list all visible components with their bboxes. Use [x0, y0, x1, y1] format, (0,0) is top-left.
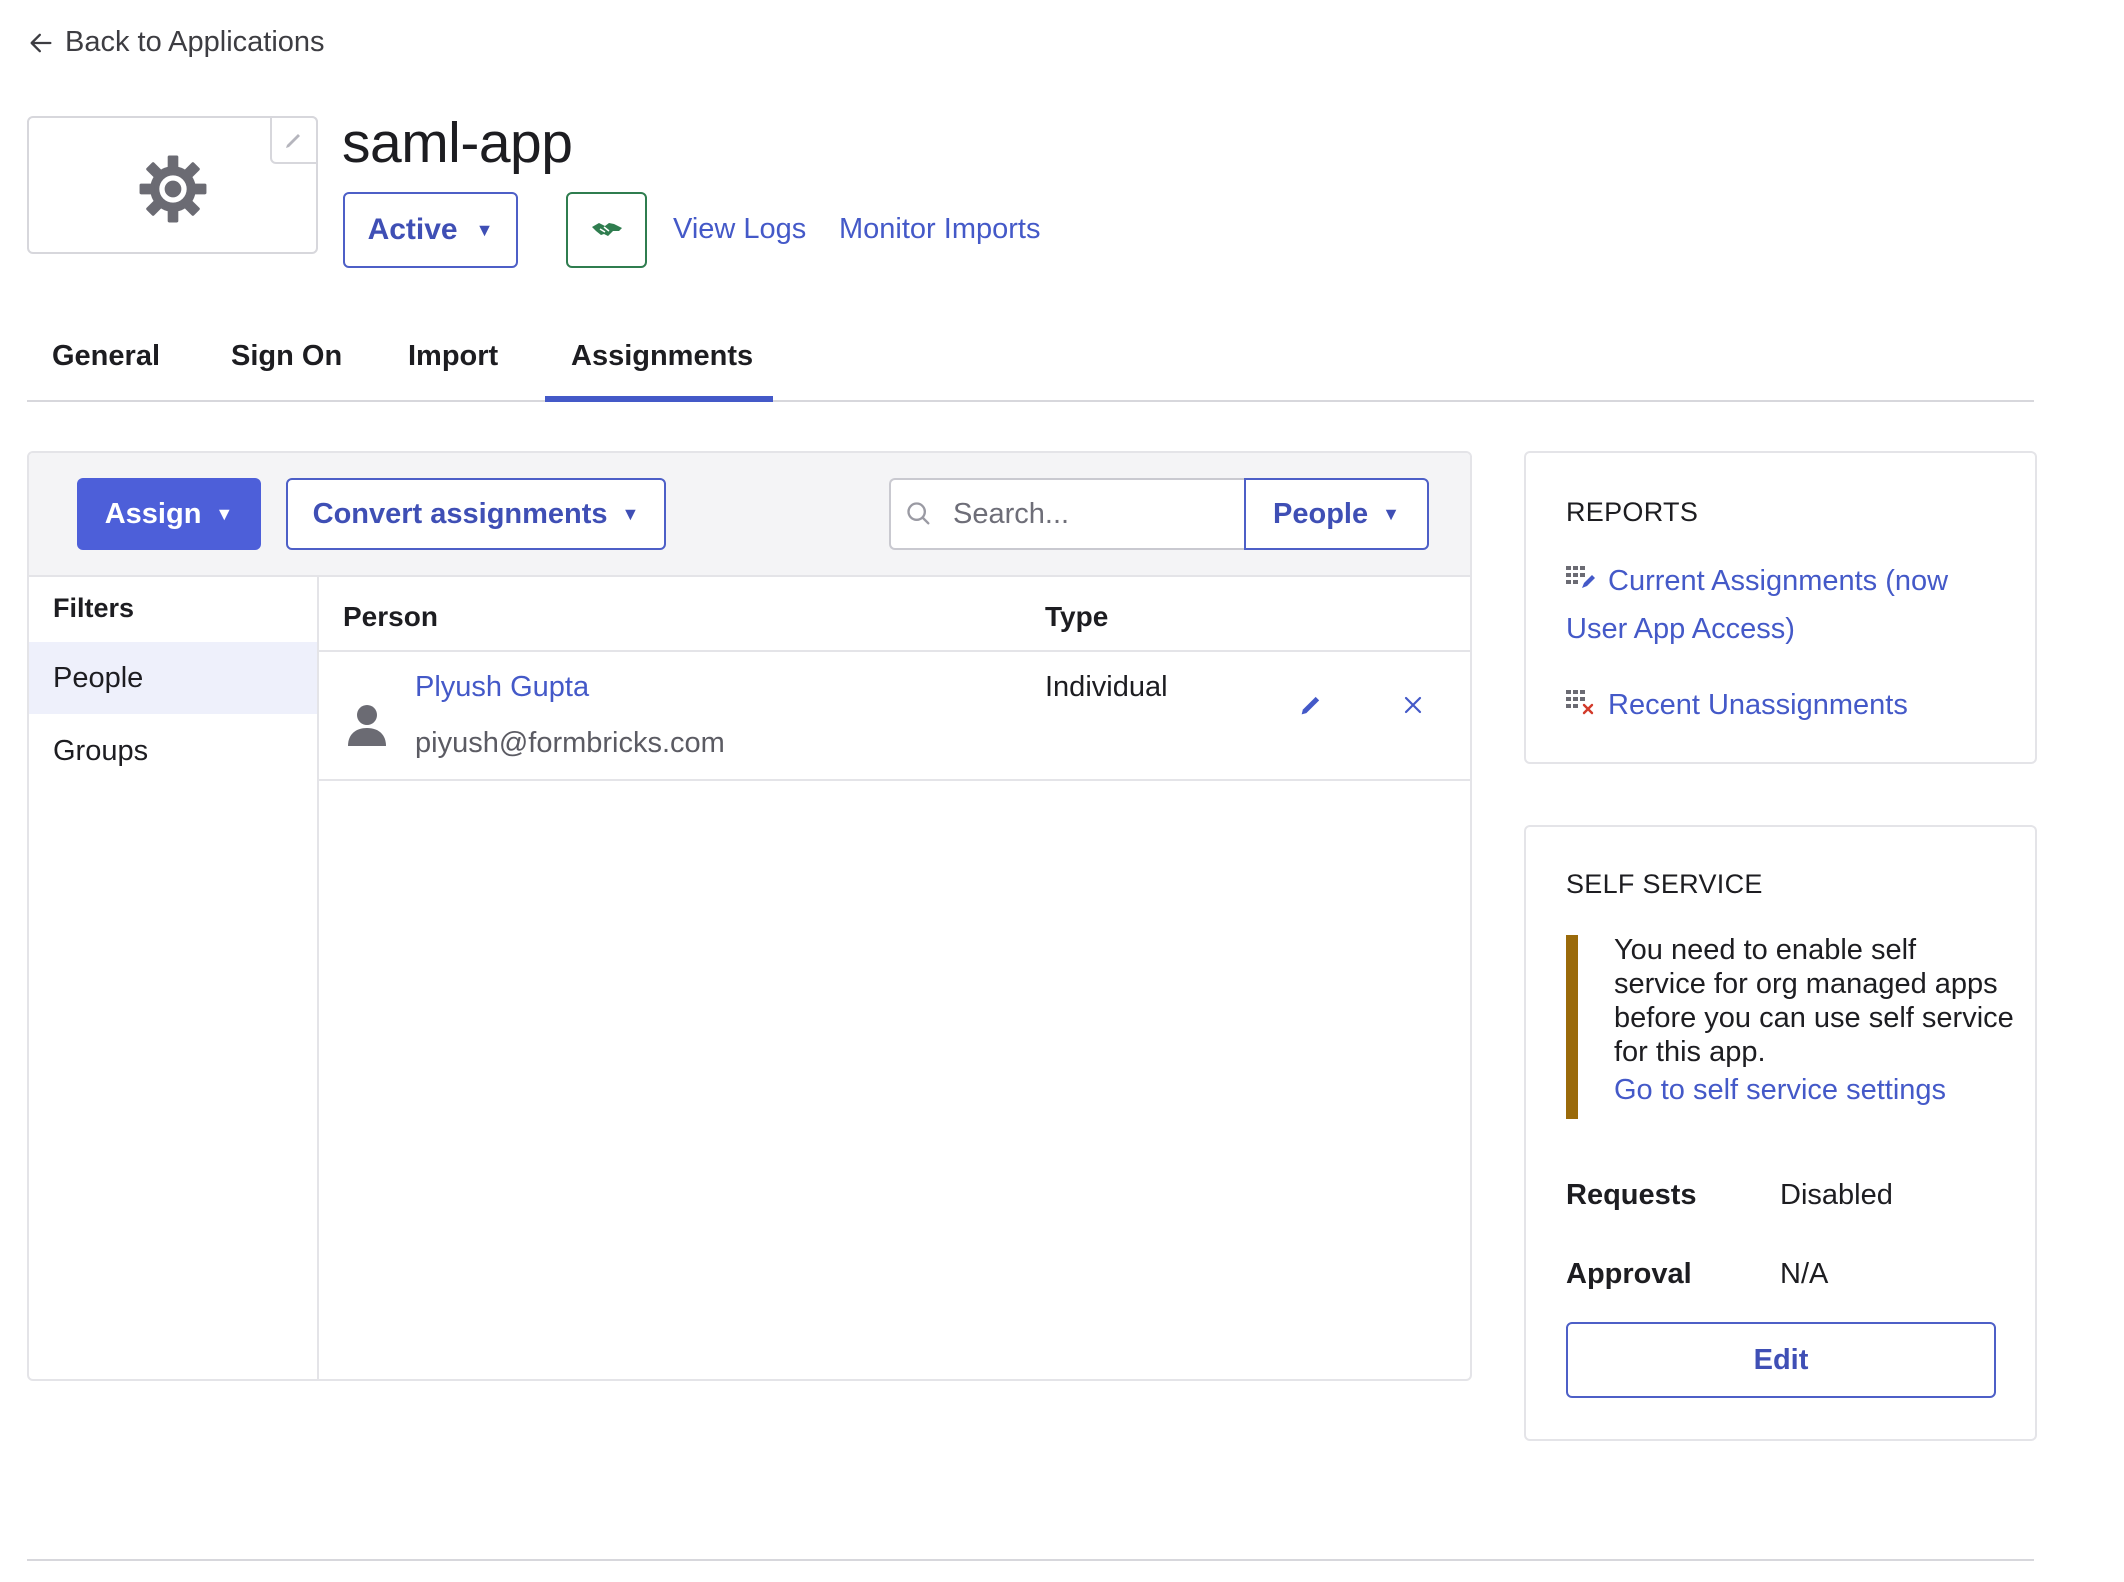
row-divider [319, 779, 1470, 781]
column-header-type: Type [1045, 601, 1109, 632]
caret-down-icon: ▼ [475, 219, 494, 240]
requests-value: Disabled [1780, 1179, 1893, 1211]
tab-sign-on[interactable]: Sign On [231, 340, 342, 373]
filter-item-label: Groups [53, 734, 149, 767]
provisioning-button[interactable] [566, 192, 647, 268]
assign-label: Assign [104, 497, 202, 530]
filters-sidebar: Filters People Groups [29, 577, 319, 1379]
page-title: saml-app [342, 111, 573, 175]
app-logo [27, 116, 318, 254]
view-logs-link[interactable]: View Logs [673, 213, 806, 246]
handshake-icon [591, 223, 622, 236]
user-avatar-icon [348, 705, 386, 746]
convert-assignments-label: Convert assignments [312, 497, 608, 530]
arrow-left-icon [30, 33, 52, 52]
edit-label: Edit [1753, 1343, 1809, 1376]
person-name-link[interactable]: Plyush Gupta [415, 671, 589, 704]
filter-item-groups[interactable]: Groups [29, 715, 317, 787]
approval-label: Approval [1566, 1258, 1692, 1290]
search-icon [907, 502, 930, 525]
edit-assignment-icon[interactable] [1297, 691, 1325, 719]
remove-assignment-icon[interactable] [1401, 693, 1425, 717]
report-link-label-continued: User App Access) [1566, 613, 1795, 645]
filters-title: Filters [53, 593, 135, 623]
self-service-title: SELF SERVICE [1566, 869, 1763, 899]
search-filter-dropdown[interactable]: People ▼ [1244, 478, 1429, 550]
self-service-settings-link[interactable]: Go to self service settings [1614, 1074, 1946, 1107]
column-header-person: Person [343, 601, 438, 632]
warning-bar [1566, 935, 1578, 1119]
filter-item-label: People [53, 661, 144, 694]
pencil-icon [286, 134, 300, 148]
monitor-imports-link[interactable]: Monitor Imports [839, 213, 1040, 246]
assignments-panel: Assign ▼ Convert assignments ▼ People ▼ … [27, 451, 1472, 1381]
edit-logo-button[interactable] [270, 116, 318, 164]
caret-down-icon: ▼ [215, 503, 234, 524]
current-assignments-report-link[interactable]: Current Assignments (now User App Access… [1566, 557, 1948, 653]
gear-icon [139, 155, 207, 223]
back-to-applications-link[interactable]: Back to Applications [27, 26, 325, 59]
unassignments-report-icon [1566, 690, 1594, 715]
assignments-toolbar: Assign ▼ Convert assignments ▼ People ▼ [29, 453, 1470, 577]
edit-self-service-button[interactable]: Edit [1566, 1322, 1996, 1398]
filter-item-people[interactable]: People [29, 642, 317, 714]
assignments-report-icon [1566, 566, 1595, 588]
requests-label: Requests [1566, 1179, 1697, 1211]
search-filter-label: People [1273, 497, 1369, 530]
person-email: piyush@formbricks.com [415, 727, 725, 759]
caret-down-icon: ▼ [1382, 503, 1400, 524]
footer-divider [27, 1559, 2034, 1561]
tab-assignments[interactable]: Assignments [571, 340, 753, 373]
tab-general[interactable]: General [52, 340, 160, 373]
reports-card: REPORTS Current Assignments (now User Ap… [1524, 451, 2037, 764]
recent-unassignments-report-link[interactable]: Recent Unassignments [1566, 681, 1908, 729]
header-divider [319, 650, 1470, 652]
assign-button[interactable]: Assign ▼ [77, 478, 261, 550]
back-link-label: Back to Applications [65, 26, 325, 58]
approval-value: N/A [1780, 1258, 1829, 1290]
search-input[interactable] [951, 496, 1195, 532]
caret-down-icon: ▼ [621, 503, 640, 524]
report-link-label: Recent Unassignments [1608, 689, 1908, 721]
tabs-divider [27, 400, 2034, 402]
convert-assignments-button[interactable]: Convert assignments ▼ [286, 478, 666, 550]
status-label: Active [367, 213, 458, 246]
status-dropdown[interactable]: Active ▼ [343, 192, 518, 268]
reports-title: REPORTS [1566, 497, 1699, 527]
search-box [889, 478, 1245, 550]
self-service-notice: You need to enable self service for org … [1614, 934, 2014, 1068]
self-service-card: SELF SERVICE You need to enable self ser… [1524, 825, 2037, 1441]
report-link-label: Current Assignments (now [1608, 565, 1949, 597]
active-tab-indicator [545, 396, 773, 402]
tab-import[interactable]: Import [408, 340, 498, 373]
assignment-type: Individual [1045, 671, 1168, 703]
